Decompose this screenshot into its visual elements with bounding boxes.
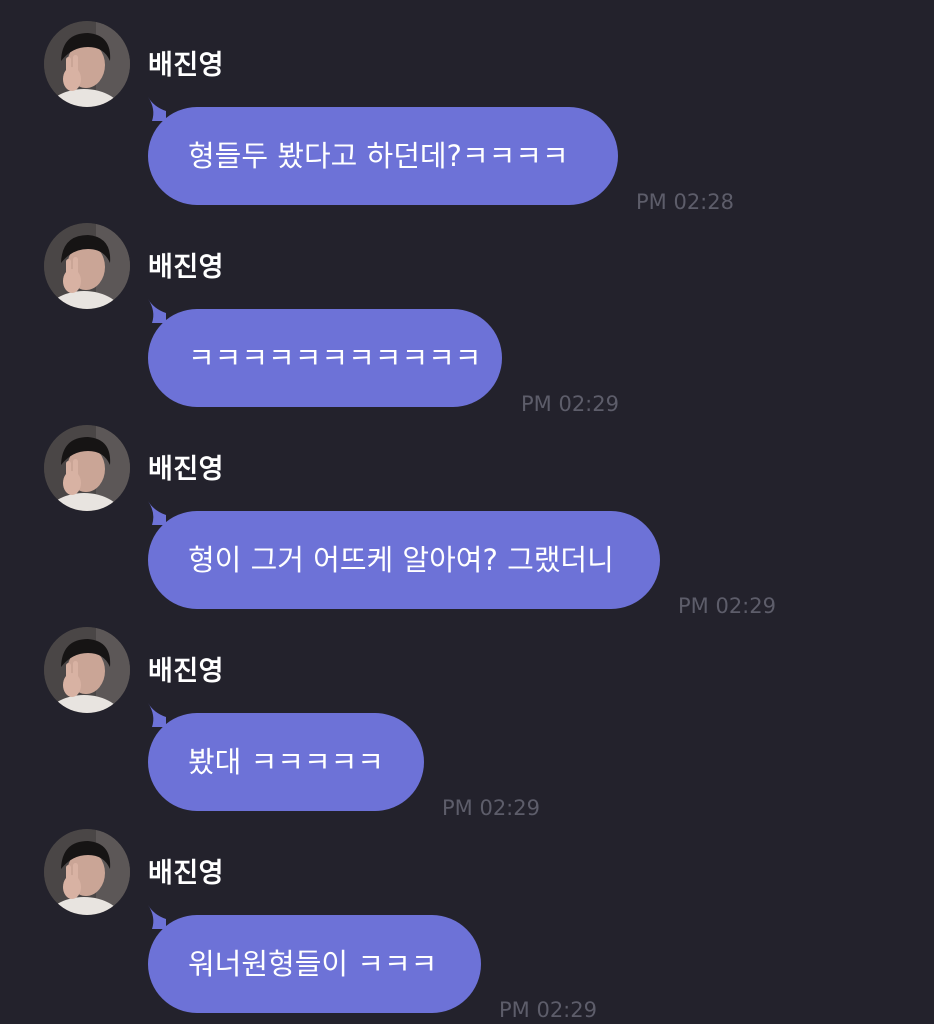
message-text: 형이 그거 어뜨케 알아여? 그랬더니 — [188, 543, 614, 577]
message-text: 형들두 봤다고 하던데?ㅋㅋㅋㅋ — [188, 139, 569, 173]
profile-avatar-icon[interactable] — [44, 223, 130, 309]
bubble-tail-icon — [148, 905, 166, 929]
profile-avatar-icon[interactable] — [44, 425, 130, 511]
message-text: 봤대 ㅋㅋㅋㅋㅋ — [188, 745, 384, 779]
bubble-tail-icon — [148, 97, 166, 121]
message-text: ㅋㅋㅋㅋㅋㅋㅋㅋㅋㅋㅋ — [188, 341, 482, 375]
profile-avatar-icon[interactable] — [44, 829, 130, 915]
message-row: 배진영 형들두 봤다고 하던데?ㅋㅋㅋㅋ PM 02:28 — [0, 21, 934, 223]
sender-name: 배진영 — [148, 656, 225, 687]
message-row: 배진영 봤대 ㅋㅋㅋㅋㅋ PM 02:29 — [0, 627, 934, 829]
sender-name: 배진영 — [148, 454, 225, 485]
message-timestamp: PM 02:29 — [678, 594, 776, 618]
message-timestamp: PM 02:28 — [636, 190, 734, 214]
sender-name: 배진영 — [148, 858, 225, 889]
sender-name: 배진영 — [148, 252, 225, 283]
message-bubble[interactable]: 워너원형들이 ㅋㅋㅋ — [148, 905, 481, 1013]
message-row: 배진영 형이 그거 어뜨케 알아여? 그랬더니 PM 02:29 — [0, 425, 934, 627]
message-text: 워너원형들이 ㅋㅋㅋ — [188, 947, 438, 981]
bubble-tail-icon — [148, 703, 166, 727]
profile-avatar-icon[interactable] — [44, 21, 130, 107]
profile-avatar-icon[interactable] — [44, 627, 130, 713]
message-timestamp: PM 02:29 — [521, 392, 619, 416]
message-row: 배진영 ㅋㅋㅋㅋㅋㅋㅋㅋㅋㅋㅋ PM 02:29 — [0, 223, 934, 425]
message-row: 배진영 워너원형들이 ㅋㅋㅋ PM 02:29 — [0, 829, 934, 1024]
message-timestamp: PM 02:29 — [442, 796, 540, 820]
message-timestamp: PM 02:29 — [499, 998, 597, 1022]
message-bubble[interactable]: 형들두 봤다고 하던데?ㅋㅋㅋㅋ — [148, 97, 618, 205]
bubble-tail-icon — [148, 299, 166, 323]
sender-name: 배진영 — [148, 50, 225, 81]
bubble-tail-icon — [148, 501, 166, 525]
chat-thread[interactable]: 배진영 형들두 봤다고 하던데?ㅋㅋㅋㅋ PM 02:28 배진영 ㅋㅋㅋㅋㅋㅋ… — [0, 0, 934, 1024]
message-bubble[interactable]: 형이 그거 어뜨케 알아여? 그랬더니 — [148, 501, 660, 609]
message-bubble[interactable]: 봤대 ㅋㅋㅋㅋㅋ — [148, 703, 424, 811]
message-bubble[interactable]: ㅋㅋㅋㅋㅋㅋㅋㅋㅋㅋㅋ — [148, 299, 502, 407]
